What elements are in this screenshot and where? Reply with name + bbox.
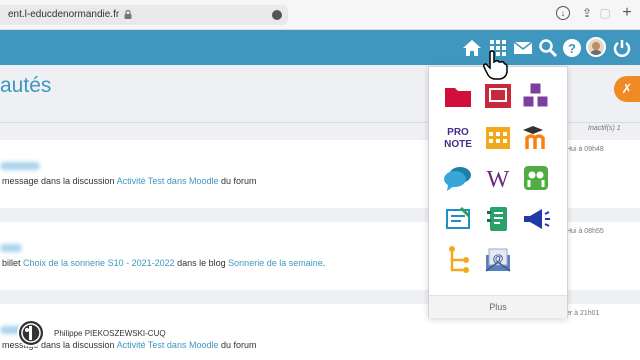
folder-icon[interactable]	[443, 81, 473, 111]
svg-text:W: W	[487, 167, 510, 193]
timestamp: Hui à 08h55	[566, 228, 604, 235]
power-icon[interactable]	[612, 38, 632, 58]
feed-text: billet Choix de la sonnerie S10 - 2021-2…	[2, 258, 326, 268]
slideshare-icon[interactable]	[521, 163, 551, 193]
notebook-icon[interactable]	[483, 204, 513, 234]
blog-post-link[interactable]: Choix de la sonnerie S10 - 2021-2022	[23, 258, 175, 268]
app-header: ?	[0, 30, 640, 65]
watermark-logo	[17, 319, 45, 347]
download-icon[interactable]: ↓	[556, 6, 570, 20]
apps-more-button[interactable]: Plus	[429, 295, 567, 318]
svg-text:PRO: PRO	[447, 127, 469, 138]
search-icon[interactable]	[538, 38, 558, 58]
address-bar[interactable]: ent.l-educdenormandie.fr	[0, 5, 288, 25]
blog-link[interactable]: Sonnerie de la semaine	[228, 258, 323, 268]
author-name: Philippe PIEKOSZEWSKI-CUQ	[54, 329, 166, 338]
tree-icon[interactable]	[443, 245, 473, 275]
discussion-link[interactable]: Activité Test dans Moodle	[117, 176, 219, 186]
inactive-count: Inactif(s) 1	[588, 125, 621, 132]
avatar[interactable]	[586, 37, 606, 57]
help-icon[interactable]: ?	[562, 38, 582, 58]
tools-icon[interactable]: ✗	[614, 76, 640, 102]
calendar-icon[interactable]	[483, 122, 513, 152]
pronote-icon[interactable]: PRONOTE	[443, 122, 473, 152]
tab-overview-icon[interactable]: ▢	[598, 6, 612, 20]
browser-toolbar: ent.l-educdenormandie.fr ↓ ⇪ ▢ +	[0, 0, 640, 30]
wikipedia-icon[interactable]: W	[483, 163, 513, 193]
chat-icon[interactable]	[443, 163, 473, 193]
timestamp: Hui à 09h48	[566, 146, 604, 153]
megaphone-icon[interactable]	[521, 204, 551, 234]
timestamp: er à 21h01	[566, 310, 600, 317]
exercise-icon[interactable]	[443, 204, 473, 234]
svg-text:@: @	[493, 253, 504, 265]
email-app-icon[interactable]: @	[483, 245, 513, 275]
moodle-icon[interactable]	[521, 122, 551, 152]
reload-icon[interactable]	[272, 10, 282, 20]
apps-dropdown: PRO NOTE W @ Plus	[428, 66, 568, 318]
presentation-icon[interactable]	[483, 81, 513, 111]
svg-text:?: ?	[568, 41, 576, 56]
blurred-username	[0, 162, 40, 170]
mail-icon[interactable]	[513, 38, 533, 58]
cubes-icon[interactable]	[521, 81, 551, 111]
feed-text: message dans la discussion Activité Test…	[2, 176, 257, 186]
discussion-link[interactable]: Activité Test dans Moodle	[117, 340, 219, 350]
blurred-username	[0, 244, 22, 252]
url-text: ent.l-educdenormandie.fr	[8, 9, 120, 20]
new-tab-icon[interactable]: +	[620, 5, 634, 21]
home-icon[interactable]	[462, 38, 482, 58]
lock-icon	[124, 10, 132, 19]
hand-cursor-icon	[483, 50, 508, 80]
svg-text:NOTE: NOTE	[444, 139, 472, 150]
share-icon[interactable]: ⇪	[580, 6, 594, 20]
page-title: autés	[0, 74, 52, 97]
